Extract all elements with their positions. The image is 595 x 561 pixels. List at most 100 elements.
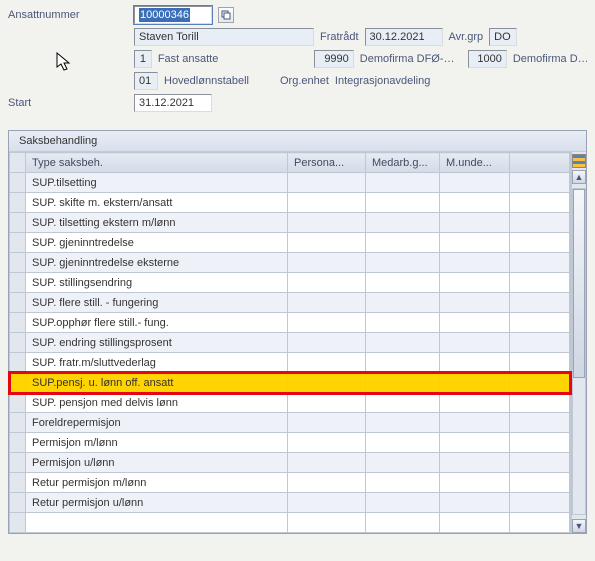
row-selector[interactable] xyxy=(10,353,26,373)
ansattnummer-field[interactable]: 10000346 xyxy=(134,6,212,24)
cell-empty[interactable] xyxy=(440,413,510,433)
cell-empty[interactable] xyxy=(366,333,440,353)
cell-empty[interactable] xyxy=(288,373,366,393)
cell-empty[interactable] xyxy=(288,393,366,413)
cell-empty[interactable] xyxy=(440,173,510,193)
cell-empty[interactable] xyxy=(510,353,570,373)
cell-empty[interactable] xyxy=(510,253,570,273)
table-row[interactable]: SUP.tilsetting xyxy=(10,173,570,193)
row-selector[interactable] xyxy=(10,513,26,533)
cell-empty[interactable] xyxy=(366,273,440,293)
table-row[interactable]: SUP. endring stillingsprosent xyxy=(10,333,570,353)
table-row[interactable]: SUP. pensjon med delvis lønn xyxy=(10,393,570,413)
scroll-down-button[interactable]: ▼ xyxy=(572,519,586,533)
cell-empty[interactable] xyxy=(510,293,570,313)
cell-type[interactable]: Permisjon m/lønn xyxy=(26,433,288,453)
cell-type[interactable]: SUP. gjeninntredelse eksterne xyxy=(26,253,288,273)
cell-empty[interactable] xyxy=(440,273,510,293)
cell-empty[interactable] xyxy=(366,413,440,433)
cell-empty[interactable] xyxy=(510,433,570,453)
cell-empty[interactable] xyxy=(288,513,366,533)
row-selector[interactable] xyxy=(10,393,26,413)
table-row[interactable]: SUP. flere still. - fungering xyxy=(10,293,570,313)
cell-empty[interactable] xyxy=(510,413,570,433)
cell-empty[interactable] xyxy=(510,333,570,353)
row-selector[interactable] xyxy=(10,213,26,233)
cell-type[interactable]: SUP. pensjon med delvis lønn xyxy=(26,393,288,413)
cell-empty[interactable] xyxy=(510,213,570,233)
configure-columns-icon[interactable] xyxy=(572,154,586,168)
cell-empty[interactable] xyxy=(366,473,440,493)
cell-empty[interactable] xyxy=(288,353,366,373)
cell-empty[interactable] xyxy=(366,433,440,453)
table-row[interactable]: Foreldrepermisjon xyxy=(10,413,570,433)
cell-empty[interactable] xyxy=(288,413,366,433)
cell-empty[interactable] xyxy=(440,513,510,533)
cell-type[interactable]: SUP.tilsetting xyxy=(26,173,288,193)
row-selector[interactable] xyxy=(10,233,26,253)
cell-empty[interactable] xyxy=(288,193,366,213)
cell-empty[interactable] xyxy=(366,453,440,473)
table-row[interactable]: Retur permisjon m/lønn xyxy=(10,473,570,493)
cell-empty[interactable] xyxy=(288,273,366,293)
cell-empty[interactable] xyxy=(366,513,440,533)
cell-empty[interactable] xyxy=(366,353,440,373)
table-row[interactable]: SUP.pensj. u. lønn off. ansatt xyxy=(10,373,570,393)
search-help-icon[interactable] xyxy=(218,7,234,23)
row-selector[interactable] xyxy=(10,433,26,453)
cell-empty[interactable] xyxy=(440,453,510,473)
row-selector[interactable] xyxy=(10,313,26,333)
col-trail[interactable] xyxy=(510,153,570,173)
cell-empty[interactable] xyxy=(510,493,570,513)
table-row[interactable]: Permisjon m/lønn xyxy=(10,433,570,453)
cell-empty[interactable] xyxy=(440,253,510,273)
scrollbar-thumb[interactable] xyxy=(573,189,585,378)
cell-type[interactable]: Retur permisjon m/lønn xyxy=(26,473,288,493)
cell-empty[interactable] xyxy=(288,173,366,193)
row-selector[interactable] xyxy=(10,493,26,513)
row-selector[interactable] xyxy=(10,373,26,393)
cell-empty[interactable] xyxy=(440,493,510,513)
cell-empty[interactable] xyxy=(288,433,366,453)
row-selector[interactable] xyxy=(10,253,26,273)
cell-type[interactable]: SUP. stillingsendring xyxy=(26,273,288,293)
row-selector[interactable] xyxy=(10,473,26,493)
cell-empty[interactable] xyxy=(288,333,366,353)
table-row[interactable] xyxy=(10,513,570,533)
scroll-up-button[interactable]: ▲ xyxy=(572,170,586,184)
cell-empty[interactable] xyxy=(440,193,510,213)
cell-type[interactable] xyxy=(26,513,288,533)
cell-empty[interactable] xyxy=(366,193,440,213)
table-row[interactable]: Permisjon u/lønn xyxy=(10,453,570,473)
col-persona[interactable]: Persona... xyxy=(288,153,366,173)
row-selector[interactable] xyxy=(10,173,26,193)
table-row[interactable]: SUP. gjeninntredelse xyxy=(10,233,570,253)
cell-empty[interactable] xyxy=(440,373,510,393)
row-selector[interactable] xyxy=(10,193,26,213)
cell-empty[interactable] xyxy=(440,433,510,453)
cell-empty[interactable] xyxy=(366,393,440,413)
cell-empty[interactable] xyxy=(288,213,366,233)
cell-empty[interactable] xyxy=(440,393,510,413)
cell-type[interactable]: SUP. flere still. - fungering xyxy=(26,293,288,313)
cell-empty[interactable] xyxy=(288,313,366,333)
cell-empty[interactable] xyxy=(510,373,570,393)
cell-type[interactable]: SUP. fratr.m/sluttvederlag xyxy=(26,353,288,373)
saksbehandling-grid[interactable]: Type saksbeh. Persona... Medarb.g... M.u… xyxy=(9,152,571,533)
cell-type[interactable]: SUP. endring stillingsprosent xyxy=(26,333,288,353)
cell-empty[interactable] xyxy=(288,293,366,313)
cell-empty[interactable] xyxy=(288,253,366,273)
cell-type[interactable]: Permisjon u/lønn xyxy=(26,453,288,473)
cell-empty[interactable] xyxy=(366,373,440,393)
row-selector[interactable] xyxy=(10,273,26,293)
col-munde[interactable]: M.unde... xyxy=(440,153,510,173)
cell-type[interactable]: SUP. skifte m. ekstern/ansatt xyxy=(26,193,288,213)
cell-type[interactable]: SUP. gjeninntredelse xyxy=(26,233,288,253)
cell-type[interactable]: Retur permisjon u/lønn xyxy=(26,493,288,513)
cell-empty[interactable] xyxy=(440,213,510,233)
cell-empty[interactable] xyxy=(440,233,510,253)
cell-type[interactable]: SUP. tilsetting ekstern m/lønn xyxy=(26,213,288,233)
cell-empty[interactable] xyxy=(366,173,440,193)
cell-empty[interactable] xyxy=(440,333,510,353)
table-row[interactable]: SUP.opphør flere still.- fung. xyxy=(10,313,570,333)
